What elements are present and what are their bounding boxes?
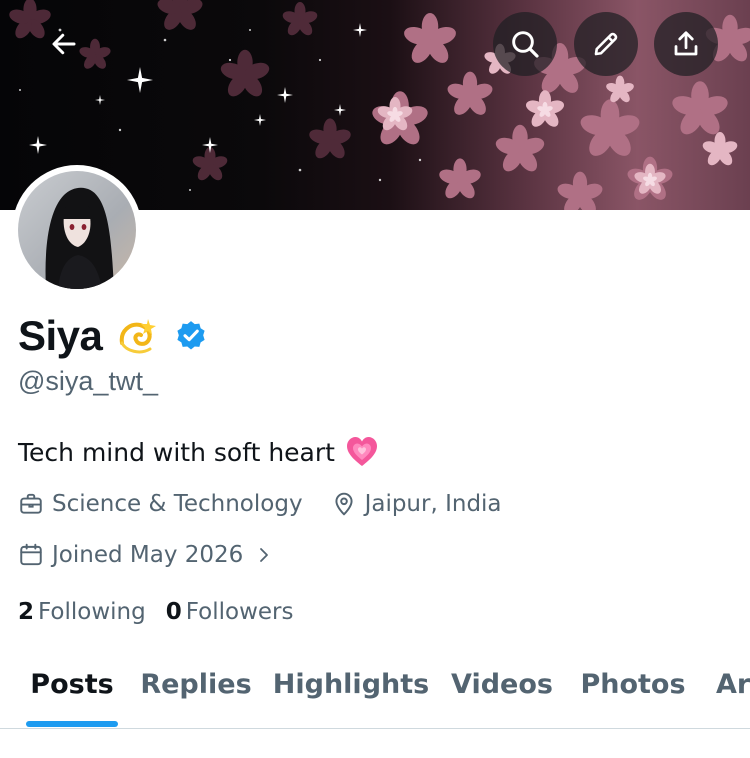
category-item: Science & Technology — [18, 491, 303, 517]
profile-tabs: Posts Replies Highlights Videos Photos A… — [0, 640, 750, 729]
tab-highlights[interactable]: Highlights — [273, 640, 429, 728]
following-label: Following — [38, 599, 146, 625]
verified-badge-icon[interactable] — [174, 319, 208, 353]
tab-videos[interactable]: Videos — [448, 640, 556, 728]
followers-link[interactable]: 0 Followers — [166, 599, 294, 625]
tab-posts[interactable]: Posts — [18, 640, 126, 728]
location-item: Jaipur, India — [331, 491, 502, 517]
display-name: Siya — [18, 312, 103, 359]
following-link[interactable]: 2 Following — [18, 599, 146, 625]
follow-counts: 2 Following 0 Followers — [18, 595, 293, 629]
avatar-image — [18, 171, 136, 289]
share-button[interactable] — [654, 12, 718, 76]
avatar[interactable] — [12, 165, 142, 295]
briefcase-icon — [20, 493, 42, 514]
search-icon — [512, 31, 539, 58]
following-count: 2 — [18, 599, 35, 625]
joined-row[interactable]: Joined May 2026 — [18, 537, 281, 573]
search-button[interactable] — [493, 12, 557, 76]
user-handle: @siya_twt_ — [18, 366, 158, 396]
profile-name-row: Siya — [18, 308, 208, 364]
followers-label: Followers — [185, 599, 294, 625]
tab-photos[interactable]: Photos — [578, 640, 688, 728]
edit-pencil-icon — [594, 32, 618, 56]
joined-text: Joined May 2026 — [52, 542, 244, 568]
location-pin-icon — [335, 492, 353, 516]
category-text: Science & Technology — [52, 491, 303, 517]
tab-replies[interactable]: Replies — [138, 640, 254, 728]
bio: Tech mind with soft heart — [18, 432, 379, 472]
profile-meta-row: Science & Technology Jaipur, India — [18, 486, 502, 522]
active-tab-indicator — [26, 721, 118, 727]
growing-heart-emoji-icon — [346, 437, 377, 466]
tab-articles[interactable]: Articles — [716, 640, 750, 728]
followers-count: 0 — [165, 599, 182, 625]
calendar-icon — [20, 543, 42, 566]
bio-text: Tech mind with soft heart — [18, 437, 335, 467]
back-button[interactable] — [32, 12, 96, 76]
dizzy-emoji-icon — [120, 319, 157, 354]
joined-item[interactable]: Joined May 2026 — [18, 542, 281, 568]
location-text: Jaipur, India — [364, 491, 502, 517]
chevron-right-icon — [260, 548, 269, 562]
edit-profile-button[interactable] — [574, 12, 638, 76]
share-icon — [674, 31, 698, 56]
back-arrow-icon — [52, 33, 76, 55]
